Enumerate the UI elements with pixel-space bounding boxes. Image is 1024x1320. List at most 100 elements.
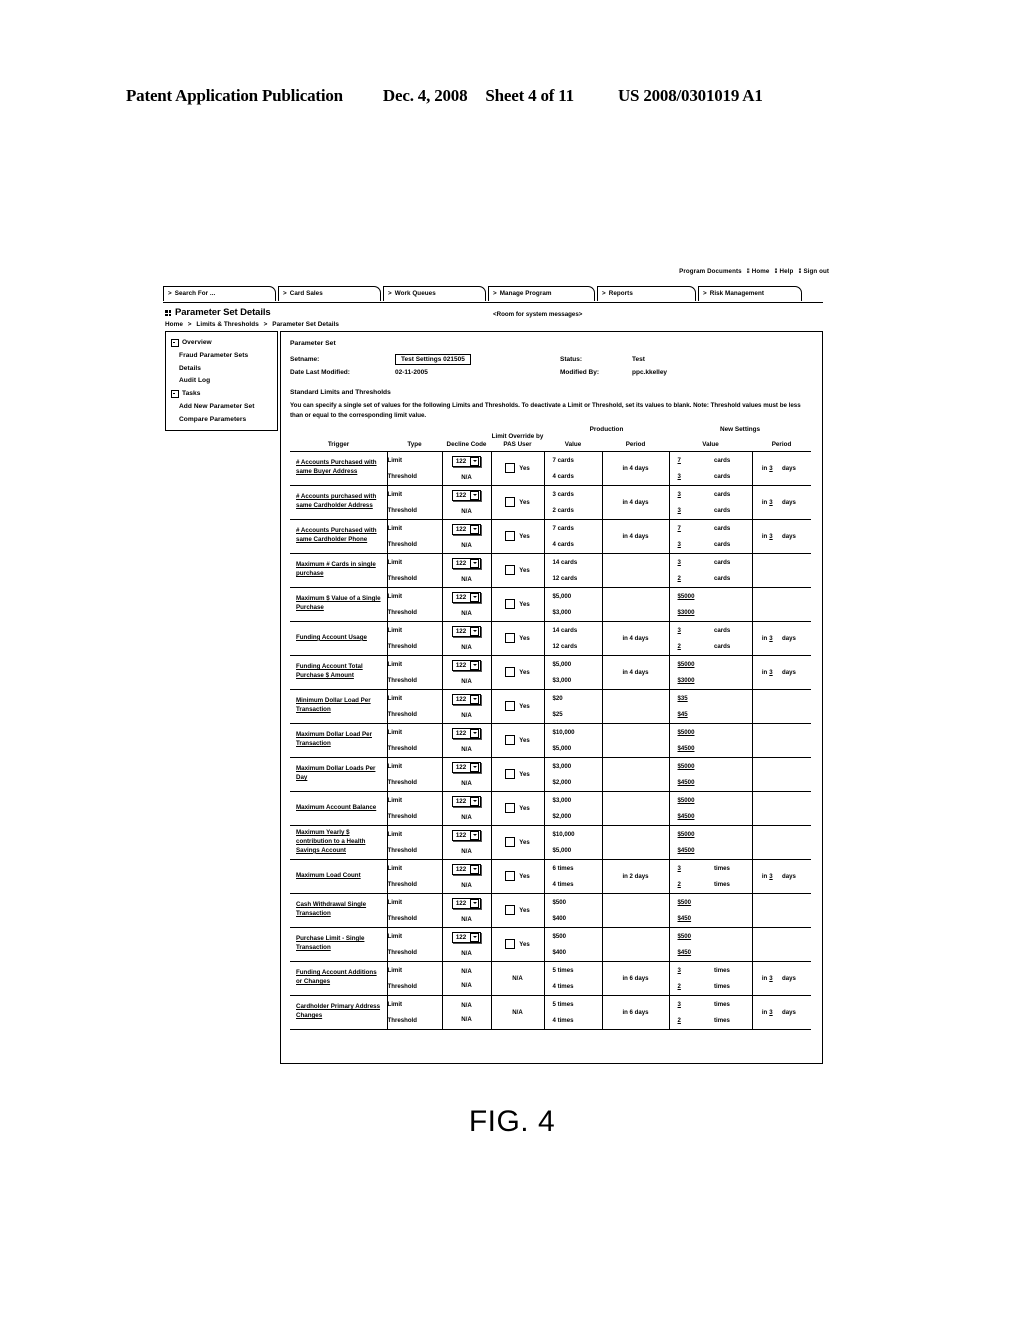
- trigger-link[interactable]: Maximum Yearly $ contribution to a Healt…: [290, 829, 387, 856]
- new-limit-value-input[interactable]: $5000: [678, 593, 695, 600]
- limit-override-checkbox[interactable]: [505, 701, 516, 712]
- new-threshold-value-input[interactable]: $4500: [678, 847, 695, 854]
- decline-code-select[interactable]: 122: [451, 897, 482, 909]
- decline-code-select[interactable]: 122: [451, 591, 482, 603]
- limit-override-checkbox[interactable]: [505, 667, 516, 678]
- new-limit-value-input[interactable]: 3: [678, 491, 681, 498]
- trigger-link[interactable]: Cardholder Primary Address Changes: [290, 1003, 387, 1021]
- chevron-down-icon[interactable]: [470, 490, 480, 500]
- new-limit-value-input[interactable]: 7: [678, 457, 681, 464]
- chevron-down-icon[interactable]: [470, 796, 480, 806]
- sidebar-item-details[interactable]: Details: [166, 362, 277, 375]
- limit-override-checkbox[interactable]: [505, 769, 516, 780]
- chevron-down-icon[interactable]: [470, 932, 480, 942]
- new-limit-value-input[interactable]: $5000: [678, 763, 695, 770]
- new-period-input[interactable]: 3: [769, 499, 772, 506]
- new-threshold-value-input[interactable]: $4500: [678, 813, 695, 820]
- new-limit-value-input[interactable]: $500: [678, 899, 692, 906]
- new-threshold-value-input[interactable]: $3000: [678, 609, 695, 616]
- tab-search-for[interactable]: > Search For ...: [163, 286, 276, 301]
- chevron-down-icon[interactable]: [470, 626, 480, 636]
- chevron-down-icon[interactable]: [470, 762, 480, 772]
- program-documents-link[interactable]: Program Documents: [679, 268, 742, 275]
- chevron-down-icon[interactable]: [470, 592, 480, 602]
- limit-override-checkbox[interactable]: [505, 599, 516, 610]
- decline-code-select[interactable]: 122: [451, 795, 482, 807]
- trigger-link[interactable]: Minimum Dollar Load Per Transaction: [290, 697, 387, 715]
- decline-code-select[interactable]: 122: [451, 523, 482, 535]
- help-link[interactable]: Help: [780, 268, 794, 275]
- limit-override-checkbox[interactable]: [505, 565, 516, 576]
- decline-code-select[interactable]: 122: [451, 829, 482, 841]
- new-limit-value-input[interactable]: 3: [678, 559, 681, 566]
- limit-override-checkbox[interactable]: [505, 497, 516, 508]
- limit-override-checkbox[interactable]: [505, 735, 516, 746]
- limit-override-checkbox[interactable]: [505, 939, 516, 950]
- setname-input[interactable]: Test Settings 021505: [395, 353, 471, 366]
- trigger-link[interactable]: # Accounts purchased with same Cardholde…: [290, 493, 387, 511]
- new-threshold-value-input[interactable]: 2: [678, 575, 681, 582]
- tab-card-sales[interactable]: > Card Sales: [278, 286, 381, 301]
- home-link[interactable]: Home: [752, 268, 770, 275]
- new-threshold-value-input[interactable]: 2: [678, 881, 681, 888]
- new-threshold-value-input[interactable]: 3: [678, 541, 681, 548]
- tab-manage-program[interactable]: > Manage Program: [488, 286, 595, 301]
- limit-override-checkbox[interactable]: [505, 803, 516, 814]
- new-limit-value-input[interactable]: 3: [678, 865, 681, 872]
- new-limit-value-input[interactable]: $5000: [678, 661, 695, 668]
- tab-work-queues[interactable]: > Work Queues: [383, 286, 486, 301]
- sidebar-item-fraud-parameter-sets[interactable]: Fraud Parameter Sets: [166, 349, 277, 362]
- new-period-input[interactable]: 3: [769, 669, 772, 676]
- new-limit-value-input[interactable]: $5000: [678, 831, 695, 838]
- new-threshold-value-input[interactable]: $450: [678, 915, 692, 922]
- new-period-input[interactable]: 3: [769, 635, 772, 642]
- tab-risk-management[interactable]: > Risk Management: [698, 286, 802, 301]
- chevron-down-icon[interactable]: [470, 456, 480, 466]
- new-period-input[interactable]: 3: [769, 533, 772, 540]
- decline-code-select[interactable]: 122: [451, 489, 482, 501]
- chevron-down-icon[interactable]: [470, 524, 480, 534]
- trigger-link[interactable]: Funding Account Total Purchase $ Amount: [290, 663, 387, 681]
- trigger-link[interactable]: # Accounts Purchased with same Buyer Add…: [290, 459, 387, 477]
- trigger-link[interactable]: Maximum $ Value of a Single Purchase: [290, 595, 387, 613]
- decline-code-select[interactable]: 122: [451, 863, 482, 875]
- new-period-input[interactable]: 3: [769, 1009, 772, 1016]
- new-period-input[interactable]: 3: [769, 873, 772, 880]
- trigger-link[interactable]: # Accounts Purchased with same Cardholde…: [290, 527, 387, 545]
- chevron-down-icon[interactable]: [470, 830, 480, 840]
- new-limit-value-input[interactable]: $5000: [678, 729, 695, 736]
- sign-out-link[interactable]: Sign out: [803, 268, 829, 275]
- sidebar-item-audit-log[interactable]: Audit Log: [166, 375, 277, 388]
- new-limit-value-input[interactable]: 3: [678, 627, 681, 634]
- breadcrumb-limits-thresholds[interactable]: Limits & Thresholds: [196, 321, 258, 328]
- new-threshold-value-input[interactable]: 2: [678, 1017, 681, 1024]
- sidebar-item-overview[interactable]: Overview: [166, 336, 277, 349]
- new-limit-value-input[interactable]: $35: [678, 695, 688, 702]
- chevron-down-icon[interactable]: [470, 660, 480, 670]
- sidebar-item-add-new-parameter-set[interactable]: Add New Parameter Set: [166, 401, 277, 414]
- decline-code-select[interactable]: 122: [451, 625, 482, 637]
- decline-code-select[interactable]: 122: [451, 931, 482, 943]
- new-threshold-value-input[interactable]: 3: [678, 473, 681, 480]
- new-limit-value-input[interactable]: $5000: [678, 797, 695, 804]
- limit-override-checkbox[interactable]: [505, 905, 516, 916]
- decline-code-select[interactable]: 122: [451, 761, 482, 773]
- chevron-down-icon[interactable]: [470, 864, 480, 874]
- limit-override-checkbox[interactable]: [505, 871, 516, 882]
- decline-code-select[interactable]: 122: [451, 557, 482, 569]
- new-limit-value-input[interactable]: 3: [678, 1001, 681, 1008]
- new-threshold-value-input[interactable]: $4500: [678, 779, 695, 786]
- new-threshold-value-input[interactable]: $45: [678, 711, 688, 718]
- decline-code-select[interactable]: 122: [451, 455, 482, 467]
- limit-override-checkbox[interactable]: [505, 837, 516, 848]
- chevron-down-icon[interactable]: [470, 694, 480, 704]
- limit-override-checkbox[interactable]: [505, 531, 516, 542]
- tab-reports[interactable]: > Reports: [597, 286, 696, 301]
- trigger-link[interactable]: Maximum # Cards in single purchase: [290, 561, 387, 579]
- new-limit-value-input[interactable]: 7: [678, 525, 681, 532]
- new-limit-value-input[interactable]: $500: [678, 933, 692, 940]
- new-threshold-value-input[interactable]: $4500: [678, 745, 695, 752]
- trigger-link[interactable]: Maximum Dollar Loads Per Day: [290, 765, 387, 783]
- trigger-link[interactable]: Purchase Limit - Single Transaction: [290, 935, 387, 953]
- trigger-link[interactable]: Maximum Dollar Load Per Transaction: [290, 731, 387, 749]
